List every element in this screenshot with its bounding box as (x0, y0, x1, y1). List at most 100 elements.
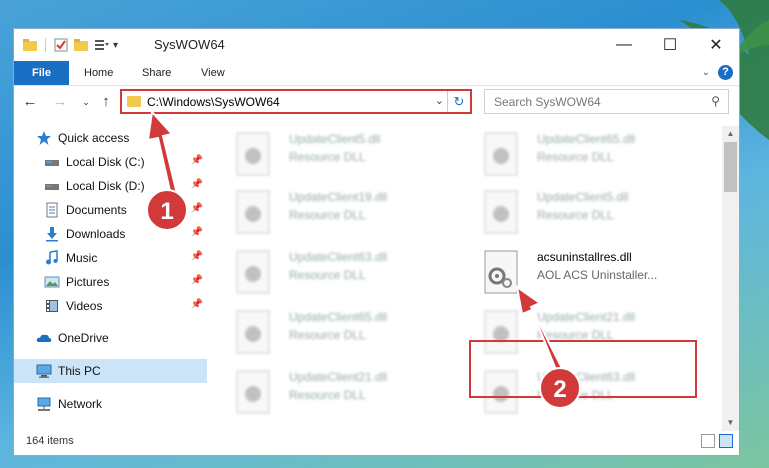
dll-file-icon (236, 310, 270, 354)
list-item[interactable]: UpdateClient5.dll Resource DLL (227, 126, 452, 180)
sidebar-item-onedrive[interactable]: OneDrive (14, 326, 207, 350)
expand-ribbon-icon[interactable]: ⌄ (702, 67, 710, 78)
view-switcher (701, 434, 733, 448)
videos-icon (46, 300, 58, 312)
sidebar-item-local-disk-d[interactable]: Local Disk (D:) 📌 (14, 174, 207, 198)
item-count: 164 items (26, 435, 74, 447)
sidebar-item-this-pc[interactable]: This PC (14, 359, 207, 383)
close-button[interactable]: ✕ (693, 29, 739, 61)
search-input[interactable]: Search SysWOW64 ⚲ (484, 89, 729, 114)
minimize-button[interactable]: — (601, 29, 647, 61)
navigation-pane: Quick access Local Disk (C:) 📌 Local Dis… (14, 126, 207, 426)
address-bar[interactable]: C:\Windows\SysWOW64 ⌄ ↻ (120, 89, 472, 114)
dll-file-icon (236, 250, 270, 294)
tab-file[interactable]: File (14, 61, 69, 85)
search-placeholder: Search SysWOW64 (494, 95, 601, 109)
window-title: SysWOW64 (154, 37, 225, 52)
sidebar-item-label: Pictures (66, 275, 110, 289)
file-type: Resource DLL (537, 208, 614, 222)
sidebar-item-local-disk-c[interactable]: Local Disk (C:) 📌 (14, 150, 207, 174)
tab-view[interactable]: View (201, 61, 225, 85)
sidebar-item-videos[interactable]: Videos 📌 (14, 294, 207, 318)
dll-file-icon (484, 132, 518, 176)
file-type: Resource DLL (289, 208, 366, 222)
dll-file-icon (236, 132, 270, 176)
chevron-down-icon[interactable]: ▾ (113, 40, 118, 51)
file-name: UpdateClient21.dll (289, 370, 388, 384)
sidebar-item-downloads[interactable]: Downloads 📌 (14, 222, 207, 246)
sidebar-item-label: Music (66, 251, 98, 265)
list-item[interactable]: UpdateClient5.dll Resource DLL (475, 184, 700, 238)
file-type: AOL ACS Uninstaller... (537, 268, 658, 282)
vertical-scrollbar[interactable]: ▲ ▼ (722, 126, 739, 431)
sidebar-item-label: Documents (66, 203, 127, 217)
file-name: UpdateClient65.dll (537, 132, 636, 146)
sidebar-item-music[interactable]: Music 📌 (14, 246, 207, 270)
list-item[interactable]: UpdateClient21.dll Resource DLL (227, 364, 452, 418)
pin-icon[interactable]: 📌 (191, 203, 203, 214)
file-type: Resource DLL (289, 150, 366, 164)
properties-icon[interactable] (53, 37, 69, 53)
file-list: UpdateClient5.dll Resource DLL UpdateCli… (217, 126, 722, 426)
recent-locations-button[interactable]: ⌄ (76, 92, 96, 112)
list-item-acsuninstallres[interactable]: acsuninstallres.dll AOL ACS Uninstaller.… (475, 244, 700, 298)
pin-icon[interactable]: 📌 (191, 251, 203, 262)
ribbon-controls: ⌄ ? (702, 65, 733, 80)
computer-icon (36, 364, 52, 378)
details-view-icon[interactable] (701, 434, 715, 448)
music-icon (46, 250, 58, 265)
sidebar-item-pictures[interactable]: Pictures 📌 (14, 270, 207, 294)
onedrive-icon (36, 334, 52, 342)
list-item[interactable]: UpdateClient65.dll Resource DLL (475, 126, 700, 180)
tab-share[interactable]: Share (142, 61, 171, 85)
maximize-button[interactable]: ☐ (647, 29, 693, 61)
sidebar-item-label: Network (58, 397, 103, 411)
list-item[interactable]: UpdateClient19.dll Resource DLL (227, 184, 452, 238)
new-folder-icon[interactable] (73, 37, 89, 53)
status-bar: 164 items (14, 429, 739, 455)
file-name: UpdateClient5.dll (537, 190, 629, 204)
sidebar-item-label: This PC (58, 364, 101, 378)
file-name: UpdateClient5.dll (289, 132, 381, 146)
drive-icon (45, 160, 59, 166)
file-type: Resource DLL (289, 328, 366, 342)
file-type: Resource DLL (537, 150, 614, 164)
pin-icon[interactable]: 📌 (191, 299, 203, 310)
sidebar-item-network[interactable]: Network (14, 392, 207, 416)
sidebar-item-documents[interactable]: Documents 📌 (14, 198, 207, 222)
ribbon-tabs: File Home Share View ⌄ ? (14, 61, 739, 86)
file-type: Resource DLL (289, 268, 366, 282)
pin-icon[interactable]: 📌 (191, 275, 203, 286)
pin-icon[interactable]: 📌 (191, 227, 203, 238)
explorer-window: ▾ SysWOW64 — ☐ ✕ File Home Share View ⌄ … (13, 28, 740, 456)
pin-icon[interactable]: 📌 (191, 179, 203, 190)
quick-access-toolbar: ▾ (22, 37, 118, 53)
refresh-icon[interactable]: ↻ (447, 91, 470, 112)
forward-button[interactable]: → (50, 92, 70, 112)
up-button[interactable]: ↑ (96, 92, 116, 112)
sidebar-item-label: Local Disk (C:) (66, 155, 145, 169)
list-item[interactable]: UpdateClient63.dll Resource DLL (227, 244, 452, 298)
file-name: UpdateClient19.dll (289, 190, 388, 204)
sidebar-item-quick-access[interactable]: Quick access (14, 126, 207, 150)
downloads-icon (46, 227, 58, 242)
tab-home[interactable]: Home (84, 61, 113, 85)
scroll-up-icon[interactable]: ▲ (722, 126, 739, 142)
list-item[interactable]: UpdateClient65.dll Resource DLL (227, 304, 452, 358)
address-dropdown-icon[interactable]: ⌄ (435, 94, 444, 107)
address-row: ← → ⌄ ↑ C:\Windows\SysWOW64 ⌄ ↻ Search S… (14, 86, 739, 118)
tiles-view-icon[interactable] (719, 434, 733, 448)
search-icon[interactable]: ⚲ (711, 94, 720, 108)
back-button[interactable]: ← (20, 92, 40, 112)
customize-icon[interactable] (93, 37, 109, 53)
address-path: C:\Windows\SysWOW64 (147, 95, 280, 109)
file-highlight-box (469, 340, 697, 398)
folder-icon (127, 96, 141, 107)
scroll-thumb[interactable] (724, 142, 737, 192)
dll-file-icon (236, 370, 270, 414)
sidebar-item-label: Local Disk (D:) (66, 179, 145, 193)
help-icon[interactable]: ? (718, 65, 733, 80)
pin-icon[interactable]: 📌 (191, 155, 203, 166)
sidebar-item-label: Downloads (66, 227, 126, 241)
documents-icon (46, 202, 58, 218)
